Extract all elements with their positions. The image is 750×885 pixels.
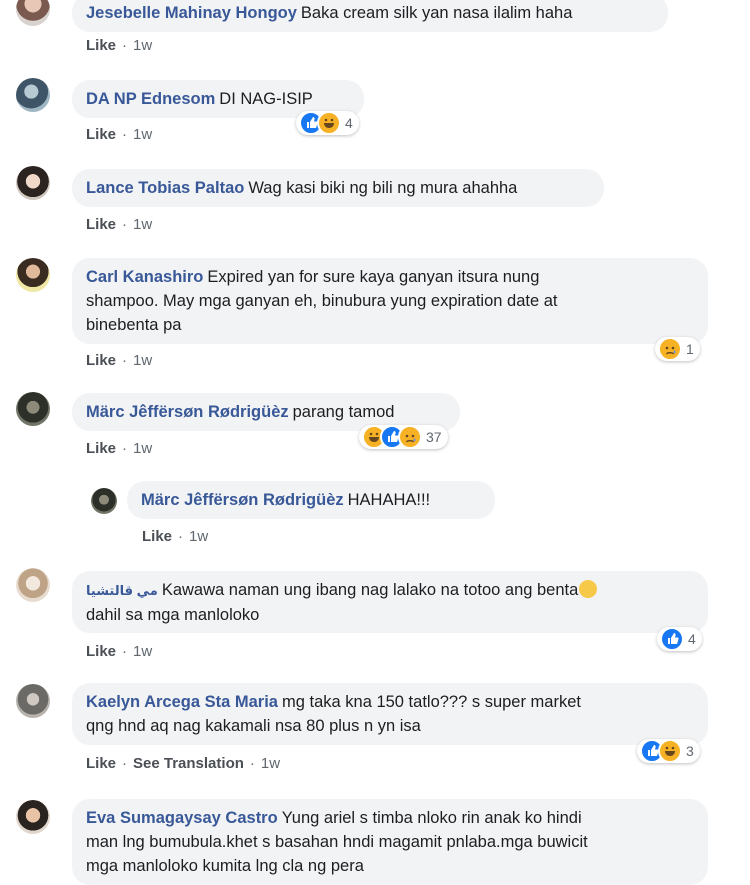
comment-text: DI NAG-ISIP	[219, 90, 313, 108]
timestamp[interactable]: 1w	[189, 528, 208, 545]
avatar[interactable]	[16, 166, 50, 200]
comment-text-line-3: binebenta pa	[86, 316, 182, 334]
reaction-count: 4	[345, 115, 353, 131]
timestamp[interactable]: 1w	[133, 352, 152, 369]
commenter-name[interactable]: مي قالتشيا	[86, 583, 158, 598]
avatar[interactable]	[16, 568, 50, 602]
comment-actions: Like · 1w	[86, 126, 153, 143]
comment-text-line-1: mg taka kna 150 tatlo??? s super market	[281, 693, 581, 711]
comment-bubble: Lance Tobias Paltao Wag kasi biki ng bili…	[72, 169, 604, 207]
comment-text: HAHAHA!!!	[347, 491, 431, 509]
reaction-summary[interactable]: 3	[637, 739, 700, 763]
commenter-name[interactable]: Märc Jêffërsøn Rødrigüèz	[86, 403, 289, 421]
avatar[interactable]	[16, 684, 50, 718]
timestamp[interactable]: 1w	[133, 37, 152, 54]
commenter-name[interactable]: Eva Sumagaysay Castro	[86, 809, 278, 827]
like-button[interactable]: Like	[142, 528, 172, 545]
like-button[interactable]: Like	[86, 440, 116, 457]
like-button[interactable]: Like	[86, 216, 116, 233]
avatar[interactable]	[16, 258, 50, 292]
like-button[interactable]: Like	[86, 755, 116, 772]
like-button[interactable]: Like	[86, 352, 116, 369]
comment-text: parang tamod	[292, 403, 395, 421]
comment-actions: Like · 1w	[86, 37, 153, 54]
reaction-count: 37	[426, 429, 442, 445]
comment-actions: Like · See Translation · 1w	[86, 755, 281, 772]
sad-reaction-icon	[398, 425, 422, 449]
comment-bubble: مي قالتشيا Kawawa naman ung ibang nag lal…	[72, 571, 708, 633]
like-button[interactable]: Like	[86, 37, 116, 54]
comment-text-line-3: mga manloloko kumita lng cla ng pera	[86, 857, 364, 875]
comment-actions: Like · 1w	[142, 528, 209, 545]
reaction-count: 3	[686, 743, 694, 759]
comment-bubble: Märc Jêffërsøn Rødrigüèz HAHAHA!!!	[127, 481, 495, 519]
comment-bubble: Kaelyn Arcega Sta Maria mg taka kna 150 t…	[72, 683, 708, 745]
sleepy-emoji-icon	[579, 580, 598, 598]
reaction-summary[interactable]: 4	[296, 111, 359, 135]
haha-reaction-icon	[658, 739, 682, 763]
comment-text-line-1: Kawawa naman ung ibang nag lalako na tot…	[161, 581, 579, 599]
comment-actions: Like · 1w	[86, 643, 153, 660]
comment-text: Baka cream silk yan nasa ilalim haha	[300, 4, 573, 22]
comment-text: Wag kasi biki ng bili ng mura ahahha	[248, 179, 518, 197]
commenter-name[interactable]: Märc Jêffërsøn Rødrigüèz	[141, 491, 344, 509]
comment-bubble: Eva Sumagaysay Castro Yung ariel s timba …	[72, 799, 708, 885]
comment-text-line-2: man lng bumubula.khet s basahan hndi mag…	[86, 833, 588, 851]
commenter-name[interactable]: DA NP Ednesom	[86, 90, 215, 108]
avatar[interactable]	[91, 488, 117, 514]
commenter-name[interactable]: Kaelyn Arcega Sta Maria	[86, 693, 278, 711]
avatar[interactable]	[16, 392, 50, 426]
timestamp[interactable]: 1w	[261, 755, 280, 772]
see-translation-link[interactable]: See Translation	[133, 755, 244, 772]
haha-reaction-icon	[317, 111, 341, 135]
comment-actions: Like · 1w	[86, 440, 153, 457]
avatar[interactable]	[16, 0, 50, 26]
commenter-name[interactable]: Jesebelle Mahinay Hongoy	[86, 4, 297, 22]
commenter-name[interactable]: Lance Tobias Paltao	[86, 179, 244, 197]
reaction-summary[interactable]: 37	[359, 425, 448, 449]
timestamp[interactable]: 1w	[133, 126, 152, 143]
timestamp[interactable]: 1w	[133, 216, 152, 233]
like-button[interactable]: Like	[86, 126, 116, 143]
reaction-summary[interactable]: 4	[657, 627, 702, 651]
reaction-count: 4	[688, 631, 696, 647]
comment-text-line-2: shampoo. May mga ganyan eh, binubura yun…	[86, 292, 558, 310]
comment-text-line-1: Yung ariel s timba nloko rin anak ko hin…	[281, 809, 582, 827]
avatar[interactable]	[16, 78, 50, 112]
comment-actions: Like · 1w	[86, 352, 153, 369]
timestamp[interactable]: 1w	[133, 643, 152, 660]
reaction-count: 1	[686, 341, 694, 357]
sad-reaction-icon	[658, 337, 682, 361]
timestamp[interactable]: 1w	[133, 440, 152, 457]
comment-bubble: Carl Kanashiro Expired yan for sure kaya …	[72, 258, 708, 344]
reaction-summary[interactable]: 1	[655, 337, 700, 361]
comment-text-line-2: qng hnd aq nag kakamali nsa 80 plus n yn…	[86, 717, 421, 735]
like-reaction-icon	[660, 627, 684, 651]
avatar[interactable]	[16, 800, 50, 834]
commenter-name[interactable]: Carl Kanashiro	[86, 268, 203, 286]
comment-bubble: Jesebelle Mahinay Hongoy Baka cream silk …	[72, 0, 668, 32]
comment-actions: Like · 1w	[86, 216, 153, 233]
like-button[interactable]: Like	[86, 643, 116, 660]
comment-text-line-2: dahil sa mga manloloko	[86, 606, 260, 624]
comment-text-line-1: Expired yan for sure kaya ganyan itsura …	[207, 268, 540, 286]
